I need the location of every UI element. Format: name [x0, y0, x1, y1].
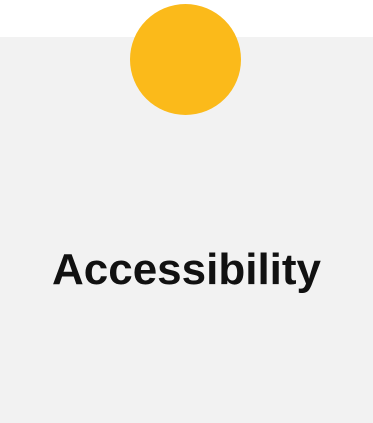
yellow-circle-icon [130, 4, 241, 115]
card-title: Accessibility [51, 245, 322, 294]
